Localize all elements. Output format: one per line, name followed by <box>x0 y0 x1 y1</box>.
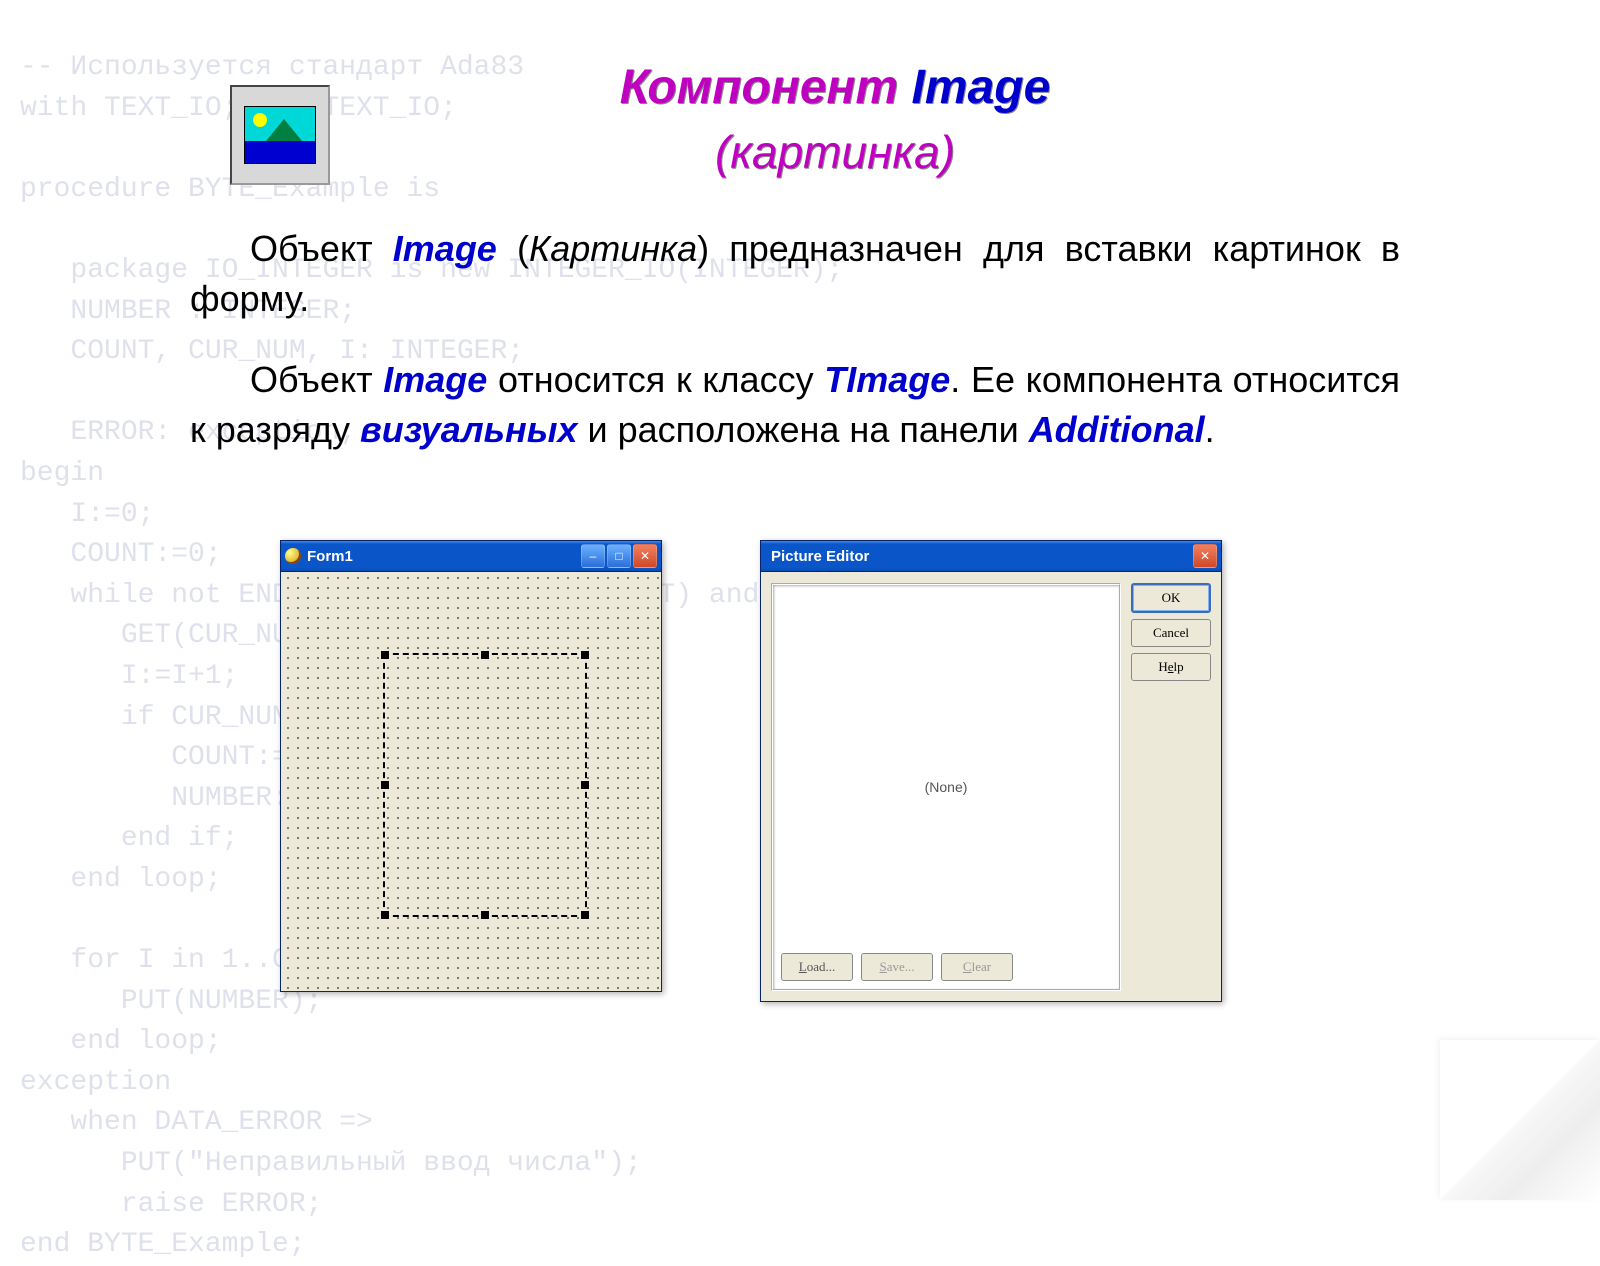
cancel-button[interactable]: Cancel <box>1131 619 1211 647</box>
resize-handle-sw[interactable] <box>381 911 389 919</box>
form1-title: Form1 <box>307 548 581 565</box>
page-corner-fold <box>1440 1040 1600 1200</box>
resize-handle-w[interactable] <box>381 781 389 789</box>
close-button[interactable]: ✕ <box>633 544 657 568</box>
resize-handle-s[interactable] <box>481 911 489 919</box>
ok-button[interactable]: OK <box>1131 583 1211 613</box>
maximize-button[interactable]: □ <box>607 544 631 568</box>
paragraph-2: Объект Image относится к классу TImage. … <box>190 355 1400 456</box>
resize-handle-nw[interactable] <box>381 651 389 659</box>
picture-editor-title: Picture Editor <box>771 548 1193 565</box>
picture-editor-dialog: Picture Editor ✕ (None) Load... Save... … <box>760 540 1222 1002</box>
resize-handle-e[interactable] <box>581 781 589 789</box>
form1-window: Form1 ‒ □ ✕ <box>280 540 662 992</box>
picture-preview: (None) Load... Save... Clear <box>771 583 1121 991</box>
form1-titlebar[interactable]: Form1 ‒ □ ✕ <box>281 541 661 572</box>
minimize-button[interactable]: ‒ <box>581 544 605 568</box>
slide-subtitle: (картинка) <box>190 125 1480 179</box>
picture-editor-titlebar[interactable]: Picture Editor ✕ <box>761 541 1221 572</box>
save-button[interactable]: Save... <box>861 953 933 981</box>
slide-title: Компонент Image <box>190 60 1480 115</box>
clear-button[interactable]: Clear <box>941 953 1013 981</box>
help-button[interactable]: Help <box>1131 653 1211 681</box>
form-designer-surface[interactable] <box>283 573 659 989</box>
preview-placeholder: (None) <box>925 779 968 795</box>
resize-handle-n[interactable] <box>481 651 489 659</box>
image-component-selection[interactable] <box>383 653 587 917</box>
delphi-app-icon <box>285 548 301 564</box>
load-button[interactable]: Load... <box>781 953 853 981</box>
resize-handle-ne[interactable] <box>581 651 589 659</box>
resize-handle-se[interactable] <box>581 911 589 919</box>
close-button[interactable]: ✕ <box>1193 544 1217 568</box>
image-component-icon <box>230 85 330 185</box>
paragraph-1: Объект Image (Картинка) предназначен для… <box>190 224 1400 325</box>
